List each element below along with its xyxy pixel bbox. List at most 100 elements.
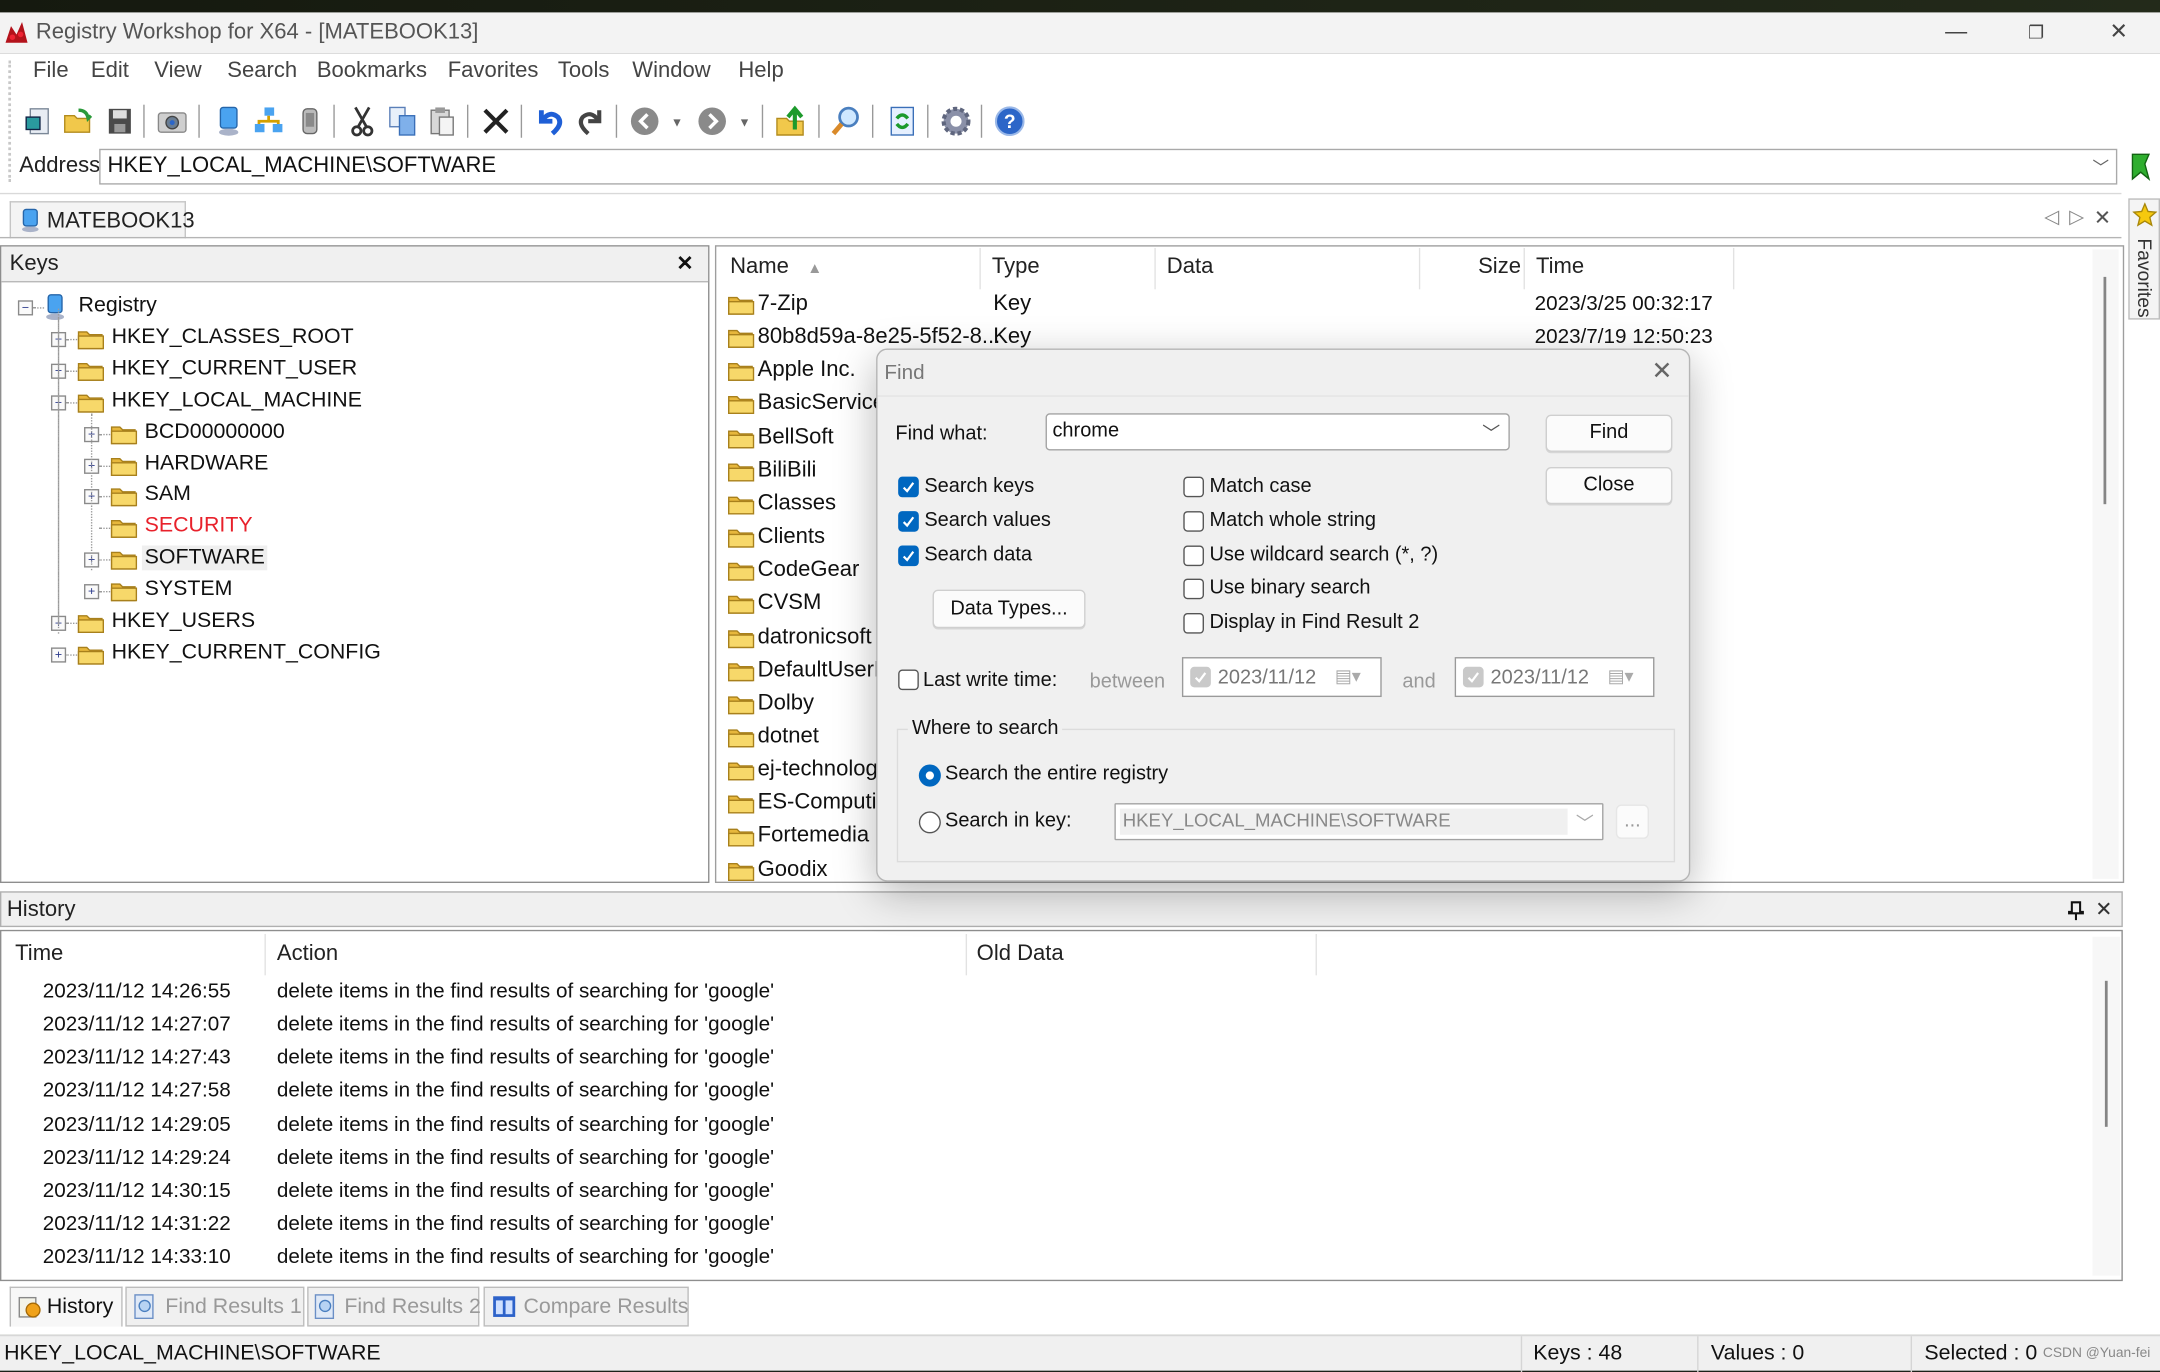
- history-row[interactable]: 2023/11/12 14:31:22 delete items in the f…: [1, 1210, 2081, 1243]
- restore-button[interactable]: ❐: [2008, 17, 2063, 50]
- tree-node[interactable]: + BCD00000000: [1, 418, 690, 448]
- chevron-down-icon[interactable]: ﹀: [2092, 156, 2109, 179]
- history-column-action[interactable]: Action: [277, 942, 338, 967]
- back-icon[interactable]: [628, 105, 661, 138]
- network-icon[interactable]: [252, 105, 285, 138]
- history-column-time[interactable]: Time: [15, 942, 63, 967]
- date-from-picker[interactable]: 2023/11/12 ▤▾: [1181, 657, 1382, 698]
- history-row[interactable]: 2023/11/12 14:27:43 delete items in the f…: [1, 1043, 2081, 1076]
- close-dialog-icon[interactable]: ✕: [1652, 357, 1673, 386]
- new-icon[interactable]: [22, 105, 55, 138]
- search-entire-registry-radio[interactable]: [918, 764, 941, 787]
- find-icon[interactable]: [829, 105, 862, 138]
- column-header-time[interactable]: Time: [1536, 255, 1584, 280]
- column-separator[interactable]: [1523, 247, 1525, 290]
- open-icon[interactable]: [62, 105, 95, 138]
- chevron-down-icon[interactable]: ﹀: [1482, 419, 1500, 445]
- tree-node[interactable]: − HKEY_LOCAL_MACHINE: [1, 387, 690, 417]
- tree-node[interactable]: + SOFTWARE: [1, 544, 690, 574]
- menu-search[interactable]: Search: [227, 59, 297, 84]
- match-checkbox-display-in-find-result-2[interactable]: [1183, 613, 1204, 634]
- cut-icon[interactable]: [346, 105, 379, 138]
- tab-matebook13[interactable]: MATEBOOK13: [9, 201, 195, 239]
- find-button[interactable]: Find: [1545, 414, 1673, 452]
- search-checkbox-search-data[interactable]: [898, 544, 919, 566]
- tree-node[interactable]: + HKEY_CURRENT_USER: [1, 355, 690, 385]
- menu-file[interactable]: File: [33, 59, 69, 84]
- chevron-down-icon[interactable]: ﹀: [1576, 809, 1594, 835]
- match-checkbox-use-wildcard-search[interactable]: [1183, 544, 1204, 566]
- menu-bookmarks[interactable]: Bookmarks: [317, 59, 427, 84]
- menu-tools[interactable]: Tools: [558, 59, 609, 84]
- find-what-input[interactable]: chrome ﹀: [1045, 413, 1510, 451]
- collapse-icon[interactable]: −: [17, 300, 34, 316]
- forward-icon[interactable]: [696, 105, 729, 138]
- date-from-checkbox[interactable]: [1190, 666, 1211, 688]
- list-scrollbar[interactable]: [2092, 249, 2119, 879]
- search-checkbox-search-values[interactable]: [898, 510, 919, 532]
- expand-icon[interactable]: +: [84, 584, 100, 600]
- tree-node[interactable]: + HARDWARE: [1, 450, 690, 480]
- list-scrollbar-thumb[interactable]: [2103, 276, 2107, 505]
- column-separator[interactable]: [1418, 247, 1421, 290]
- menu-favorites[interactable]: Favorites: [448, 59, 539, 84]
- column-separator[interactable]: [979, 247, 981, 290]
- forward-dropdown-icon[interactable]: ▼: [738, 116, 750, 130]
- close-history-pane-icon[interactable]: ✕: [2095, 897, 2112, 921]
- calendar-icon[interactable]: ▤▾: [1335, 665, 1361, 687]
- tree-node[interactable]: + SYSTEM: [1, 576, 690, 606]
- list-item[interactable]: 7-Zip Key 2023/3/25 00:32:17: [727, 289, 2091, 322]
- column-header-name[interactable]: Name: [730, 255, 789, 280]
- bottom-tab-history[interactable]: History: [9, 1286, 123, 1327]
- paste-icon[interactable]: [426, 105, 459, 138]
- menu-view[interactable]: View: [154, 59, 201, 84]
- column-separator[interactable]: [1315, 933, 1317, 976]
- column-header-type[interactable]: Type: [992, 255, 1040, 280]
- history-column-old-data[interactable]: Old Data: [977, 942, 1064, 967]
- browse-key-button[interactable]: ...: [1615, 804, 1649, 839]
- parent-folder-icon[interactable]: [774, 105, 807, 138]
- tree-node[interactable]: + SAM: [1, 481, 690, 511]
- menu-edit[interactable]: Edit: [91, 59, 129, 84]
- favorites-sidebar-tab[interactable]: Favorites: [2128, 198, 2160, 320]
- match-checkbox-use-binary-search[interactable]: [1183, 579, 1204, 600]
- refresh-icon[interactable]: [886, 105, 919, 138]
- history-row[interactable]: 2023/11/12 14:26:55 delete items in the f…: [1, 977, 2081, 1010]
- calendar-icon[interactable]: ▤▾: [1608, 665, 1634, 687]
- history-row[interactable]: 2023/11/12 14:30:15 delete items in the f…: [1, 1176, 2081, 1209]
- search-checkbox-search-keys[interactable]: [898, 476, 919, 498]
- date-to-checkbox[interactable]: [1462, 666, 1484, 688]
- history-row[interactable]: 2023/11/12 14:33:10 delete items in the f…: [1, 1243, 2081, 1276]
- tree-node[interactable]: + HKEY_CLASSES_ROOT: [1, 324, 690, 354]
- tree-node[interactable]: − Registry: [1, 292, 690, 322]
- column-header-data[interactable]: Data: [1167, 255, 1214, 280]
- date-to-picker[interactable]: 2023/11/12 ▤▾: [1454, 657, 1655, 698]
- device-icon[interactable]: [293, 105, 326, 138]
- search-in-key-input[interactable]: HKEY_LOCAL_MACHINE\SOFTWARE ﹀: [1114, 803, 1604, 841]
- close-button[interactable]: Close: [1545, 466, 1673, 505]
- history-row[interactable]: 2023/11/12 14:29:05 delete items in the f…: [1, 1110, 2081, 1143]
- match-checkbox-match-case[interactable]: [1183, 476, 1204, 498]
- settings-icon[interactable]: [939, 105, 972, 138]
- minimize-button[interactable]: —: [1929, 17, 1984, 50]
- column-separator[interactable]: [965, 933, 968, 976]
- delete-icon[interactable]: [479, 105, 512, 138]
- save-icon[interactable]: [103, 105, 136, 138]
- toolbar-grip[interactable]: [8, 60, 14, 182]
- history-row[interactable]: 2023/11/12 14:27:07 delete items in the f…: [1, 1010, 2081, 1043]
- last-write-time-checkbox[interactable]: [898, 669, 919, 691]
- column-separator[interactable]: [1732, 247, 1735, 290]
- menu-help[interactable]: Help: [738, 59, 783, 84]
- close-keys-pane-icon[interactable]: ✕: [676, 251, 693, 275]
- tree-node[interactable]: + HKEY_USERS: [1, 607, 690, 637]
- history-scrollbar-thumb[interactable]: [2104, 980, 2108, 1127]
- snapshot-icon[interactable]: [156, 105, 189, 138]
- tab-scroll-left-icon[interactable]: ◁: [2044, 205, 2059, 228]
- history-row[interactable]: 2023/11/12 14:29:24 delete items in the f…: [1, 1143, 2081, 1176]
- bottom-tab-compare-results[interactable]: Compare Results: [483, 1286, 689, 1327]
- tab-scroll-right-icon[interactable]: ▷: [2069, 205, 2084, 228]
- column-separator[interactable]: [264, 933, 266, 976]
- history-scrollbar[interactable]: [2092, 936, 2121, 1276]
- menu-window[interactable]: Window: [632, 59, 710, 84]
- tree-node[interactable]: + HKEY_CURRENT_CONFIG: [1, 639, 690, 669]
